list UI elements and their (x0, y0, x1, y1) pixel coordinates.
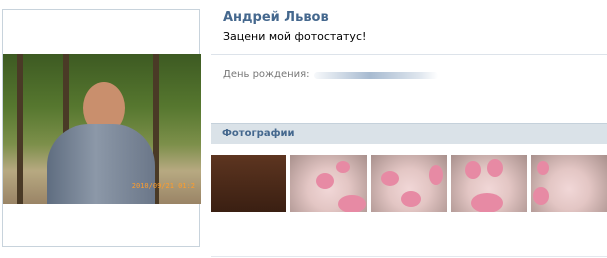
paw-pad (336, 161, 350, 173)
photo-thumbnail[interactable] (451, 155, 527, 212)
paw-pad (401, 191, 421, 207)
paw-pad (471, 193, 503, 212)
paw-pad (537, 161, 549, 175)
profile-status[interactable]: Зацени мой фотостатус! (223, 30, 366, 43)
photo-thumbnail[interactable] (371, 155, 447, 212)
photo-thumbnail[interactable] (290, 155, 367, 212)
avatar-person-body (47, 124, 155, 204)
section-bottom-divider (211, 256, 607, 257)
profile-avatar-frame[interactable]: 2010/09/21 01:2 (2, 9, 201, 247)
paw-pad (429, 165, 443, 185)
paw-pad (381, 171, 399, 186)
birthday-value-blurred (314, 72, 438, 79)
avatar-date-stamp: 2010/09/21 01:2 (131, 182, 195, 190)
paw-pad (316, 173, 334, 189)
photo-thumbnail[interactable] (211, 155, 286, 212)
paw-pad (465, 161, 481, 179)
photo-thumbnail[interactable] (531, 155, 607, 212)
paw-pad (338, 195, 366, 212)
profile-name: Андрей Львов (223, 10, 329, 25)
avatar-tree (17, 54, 23, 204)
birthday-label: День рождения: (223, 69, 310, 80)
paw-pad (533, 187, 549, 205)
profile-avatar-photo[interactable]: 2010/09/21 01:2 (3, 54, 201, 204)
paw-pad (487, 159, 503, 177)
section-divider (211, 54, 607, 55)
photos-section-header[interactable]: Фотографии (211, 123, 607, 144)
photos-header-label[interactable]: Фотографии (222, 128, 295, 139)
